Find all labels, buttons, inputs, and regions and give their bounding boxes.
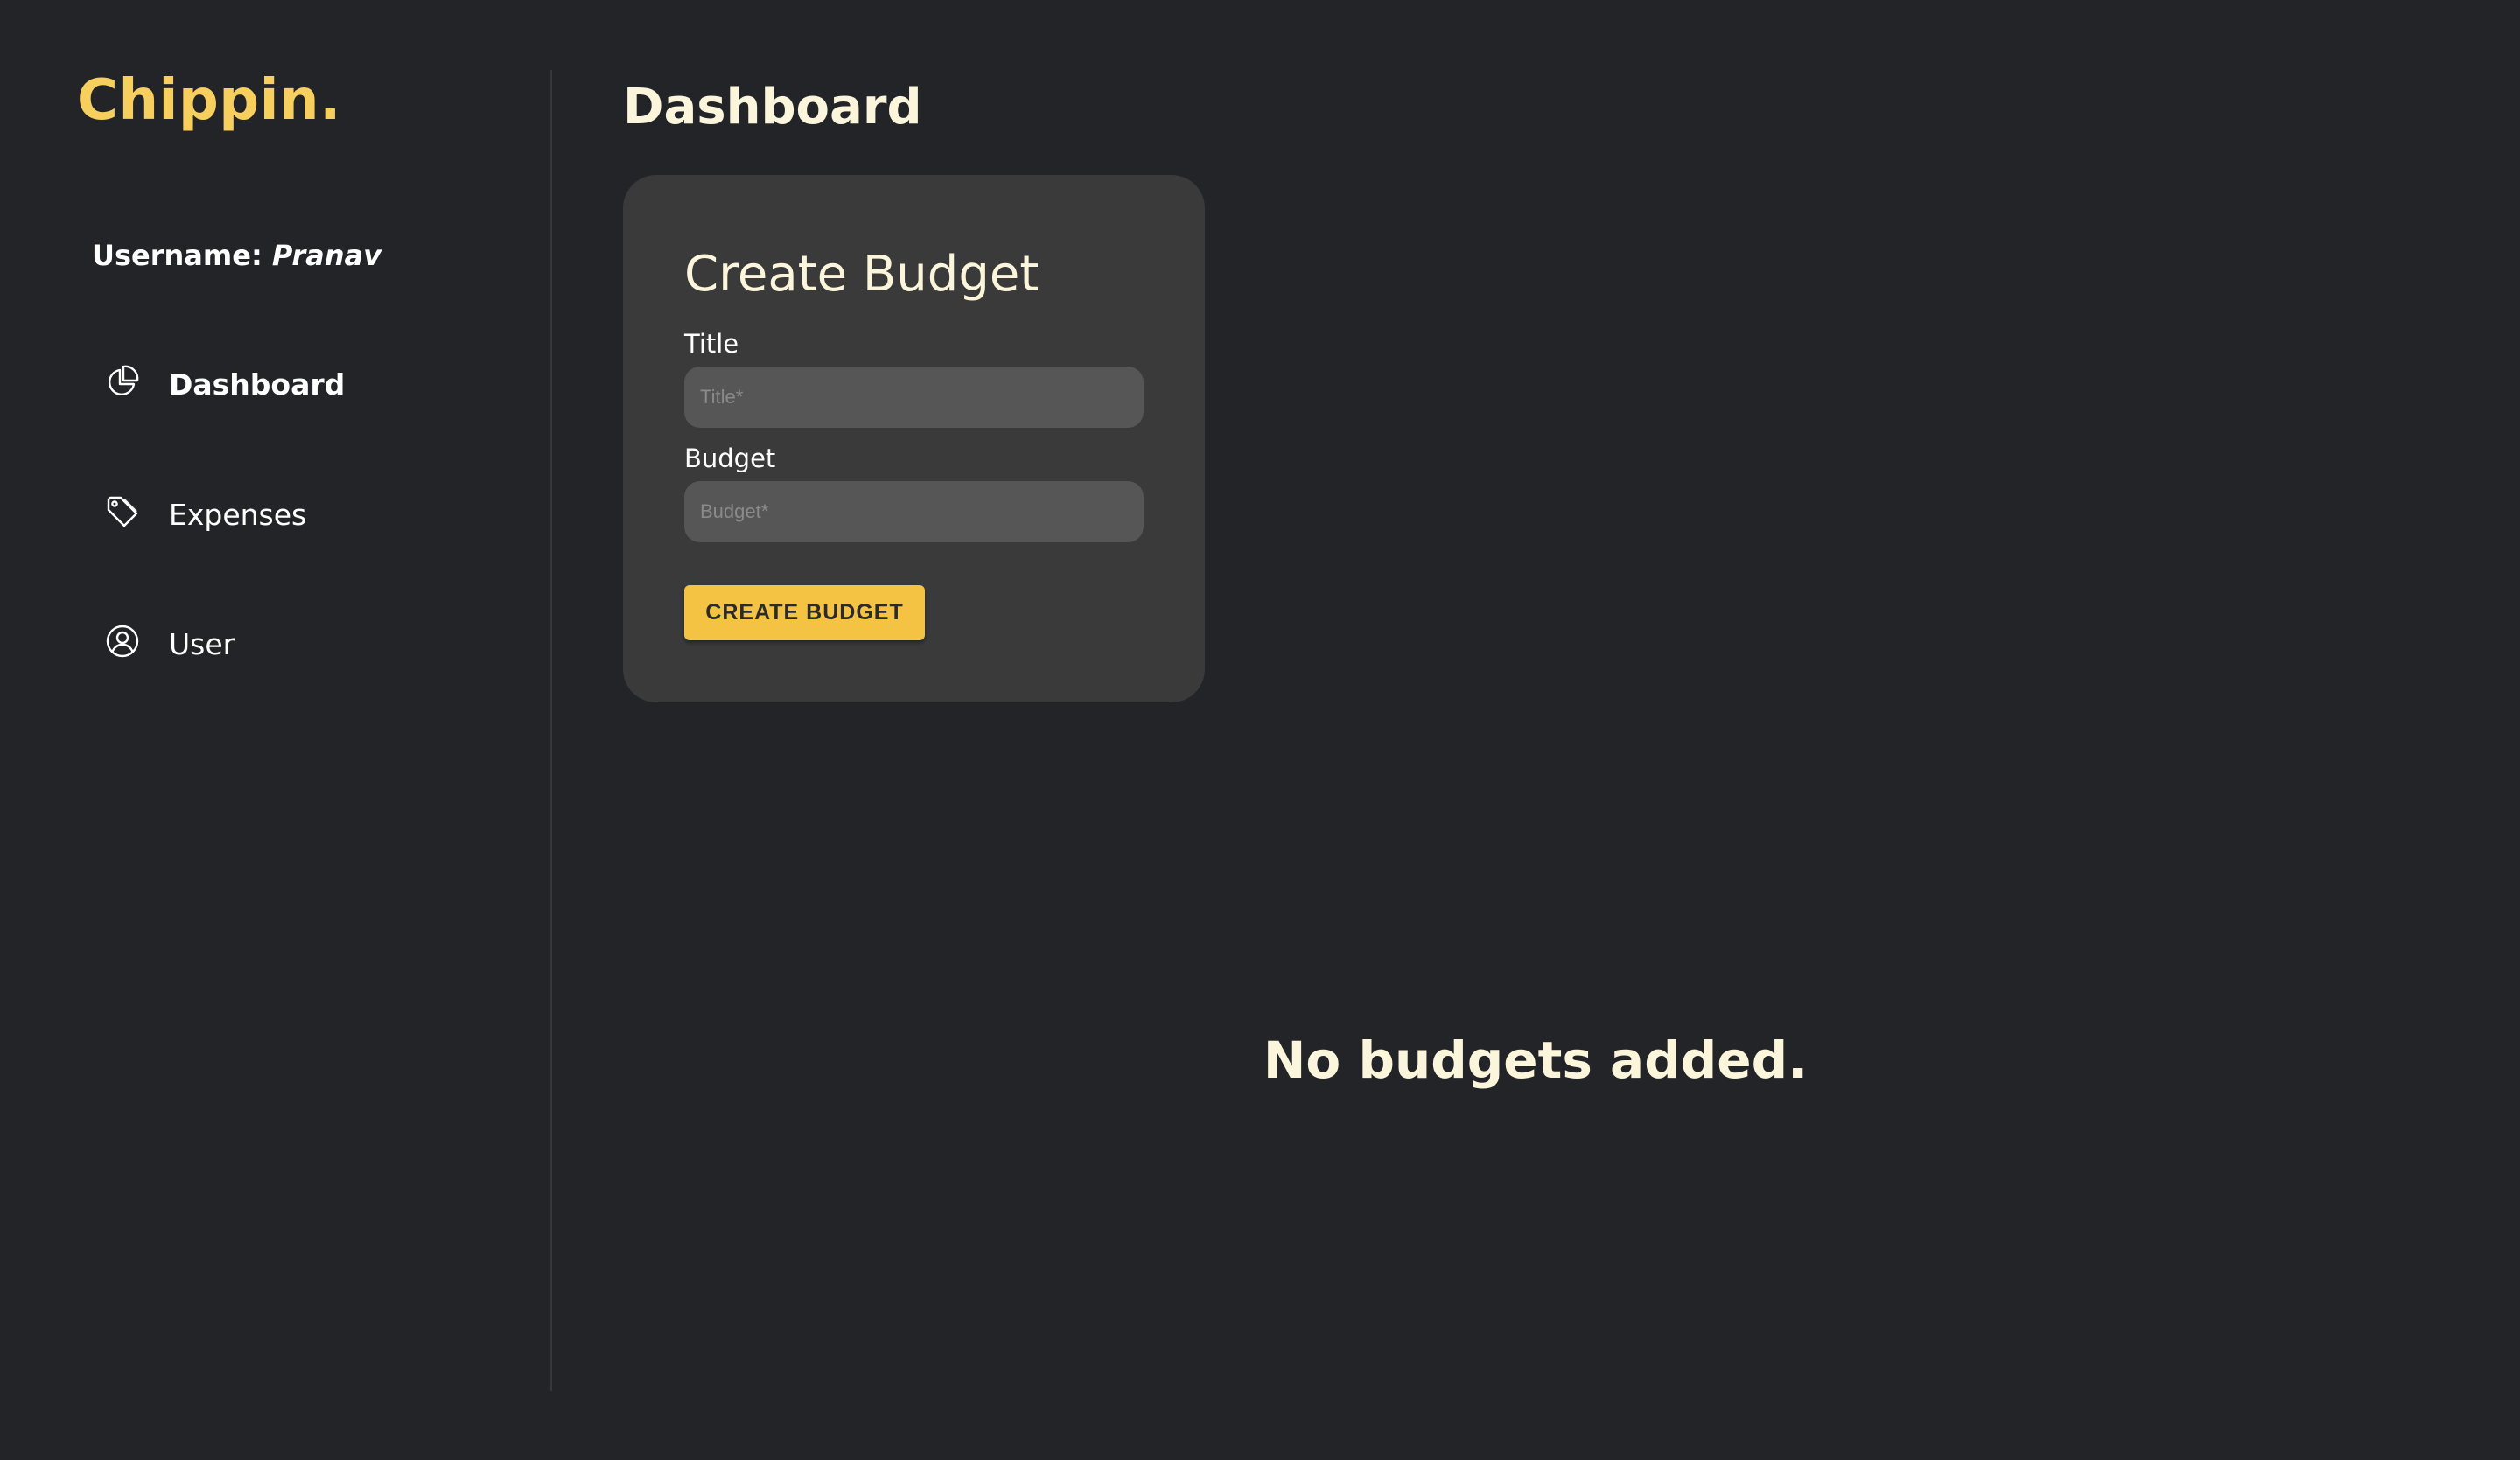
sidebar-item-expenses[interactable]: Expenses (103, 489, 306, 541)
title-input[interactable] (684, 367, 1144, 428)
sidebar-item-label: Expenses (169, 498, 307, 532)
create-budget-card: Create Budget Title Budget CREATE BUDGET (623, 175, 1205, 702)
username-value: Pranav (271, 239, 382, 272)
sidebar-item-label: User (169, 627, 235, 661)
sidebar-item-user[interactable]: User (103, 618, 234, 671)
sidebar-divider (550, 70, 552, 1391)
username-label: Username: (92, 239, 262, 272)
budget-label: Budget (684, 444, 776, 473)
title-label: Title (684, 329, 739, 359)
sidebar-item-dashboard[interactable]: Dashboard (103, 359, 345, 411)
username-display: Username: Pranav (92, 238, 382, 273)
app-logo[interactable]: Chippin. (77, 66, 341, 135)
page-title: Dashboard (623, 79, 922, 136)
sidebar: Chippin. Username: Pranav Dashboard Expe… (0, 0, 551, 1460)
empty-budgets-message: No budgets added. (1263, 1030, 1808, 1090)
budget-input[interactable] (684, 481, 1144, 542)
sidebar-item-label: Dashboard (169, 367, 346, 402)
create-budget-heading: Create Budget (684, 246, 1040, 303)
create-budget-button[interactable]: CREATE BUDGET (684, 585, 925, 640)
user-circle-icon (103, 622, 142, 660)
pie-chart-icon (103, 362, 142, 401)
tag-icon (103, 492, 142, 531)
